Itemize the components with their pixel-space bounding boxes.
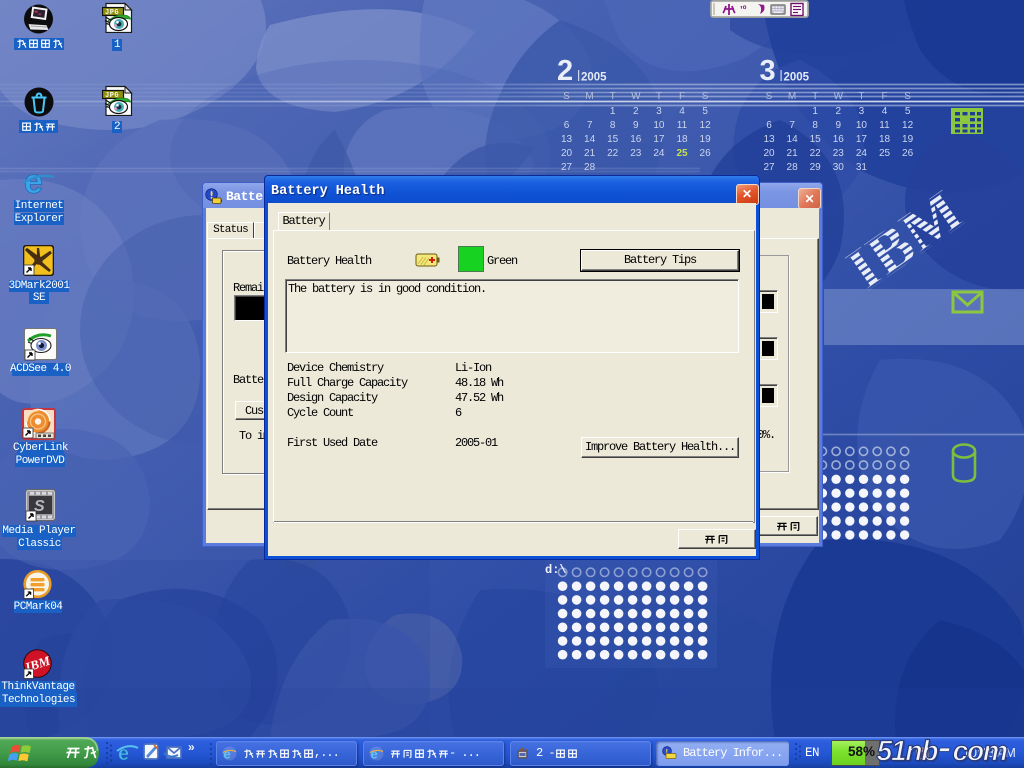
svg-text:2005: 2005 [581,72,607,84]
svg-text:31: 31 [856,162,868,173]
svg-text:T: T [812,91,818,102]
svg-text:25: 25 [676,148,688,159]
svg-text:23: 23 [833,148,845,159]
svg-text:W: W [834,91,844,102]
svg-text:S: S [702,91,709,102]
svg-text:8: 8 [610,120,616,131]
svg-text:26: 26 [902,148,914,159]
svg-text:20: 20 [561,148,573,159]
svg-text:2: 2 [557,55,573,87]
svg-text:W: W [631,91,641,102]
svg-text:10: 10 [856,120,868,131]
svg-text:4: 4 [679,106,685,117]
svg-text:e: e [224,746,231,761]
svg-text:7: 7 [587,120,593,131]
svg-text:15: 15 [607,134,619,145]
svg-text:21: 21 [584,148,596,159]
svg-text:’º: ’º [740,5,747,16]
svg-text:3: 3 [859,106,865,117]
svg-text:M: M [788,91,796,102]
svg-text:T: T [858,91,864,102]
svg-text:23: 23 [630,148,642,159]
svg-text:5: 5 [702,106,708,117]
svg-text:22: 22 [810,148,822,159]
svg-text:S: S [563,91,570,102]
svg-text:25: 25 [879,148,891,159]
svg-text:24: 24 [653,148,665,159]
svg-text:10: 10 [653,120,665,131]
svg-text:4: 4 [882,106,888,117]
svg-text:18: 18 [676,134,688,145]
svg-text:13: 13 [763,134,775,145]
svg-text:19: 19 [902,134,914,145]
svg-text:14: 14 [584,134,596,145]
svg-text:24: 24 [856,148,868,159]
svg-text:28: 28 [584,162,596,173]
svg-text:F: F [881,91,887,102]
svg-text:19: 19 [700,134,712,145]
svg-text:1: 1 [610,106,616,117]
svg-text:15: 15 [810,134,822,145]
svg-text:2: 2 [836,106,842,117]
svg-text:S: S [766,91,773,102]
svg-text:27: 27 [561,162,573,173]
svg-text:26: 26 [700,148,712,159]
svg-text:28: 28 [787,162,799,173]
svg-text:22: 22 [607,148,619,159]
svg-text:9: 9 [836,120,842,131]
svg-text:3: 3 [656,106,662,117]
svg-text:»: » [188,740,195,754]
svg-text:16: 16 [630,134,642,145]
svg-text:3: 3 [760,55,776,87]
svg-text:18: 18 [879,134,891,145]
svg-text:7: 7 [789,120,795,131]
svg-text:11: 11 [677,120,688,131]
svg-text:T: T [610,91,616,102]
svg-text:17: 17 [856,134,868,145]
svg-text:F: F [679,91,685,102]
svg-text:5: 5 [905,106,911,117]
svg-text:S: S [904,91,911,102]
svg-text:com: com [953,736,1008,768]
svg-text:30: 30 [833,162,845,173]
svg-text:9: 9 [633,120,639,131]
svg-text:14: 14 [787,134,799,145]
svg-text:13: 13 [561,134,573,145]
svg-text:12: 12 [700,120,712,131]
svg-text:M: M [585,91,593,102]
svg-text:2: 2 [633,106,639,117]
svg-text:12: 12 [902,120,914,131]
svg-text:6: 6 [564,120,570,131]
svg-text:e: e [371,746,378,761]
svg-text:T: T [656,91,662,102]
svg-text:27: 27 [763,162,775,173]
svg-text:8: 8 [812,120,818,131]
svg-text:51nb: 51nb [877,736,939,768]
svg-text:6: 6 [766,120,772,131]
svg-text:2005: 2005 [784,72,810,84]
svg-text:20: 20 [763,148,775,159]
svg-text:1: 1 [812,106,818,117]
svg-text:16: 16 [833,134,845,145]
svg-text:21: 21 [787,148,799,159]
svg-text:29: 29 [810,162,822,173]
svg-text:11: 11 [879,120,890,131]
svg-text:17: 17 [653,134,665,145]
